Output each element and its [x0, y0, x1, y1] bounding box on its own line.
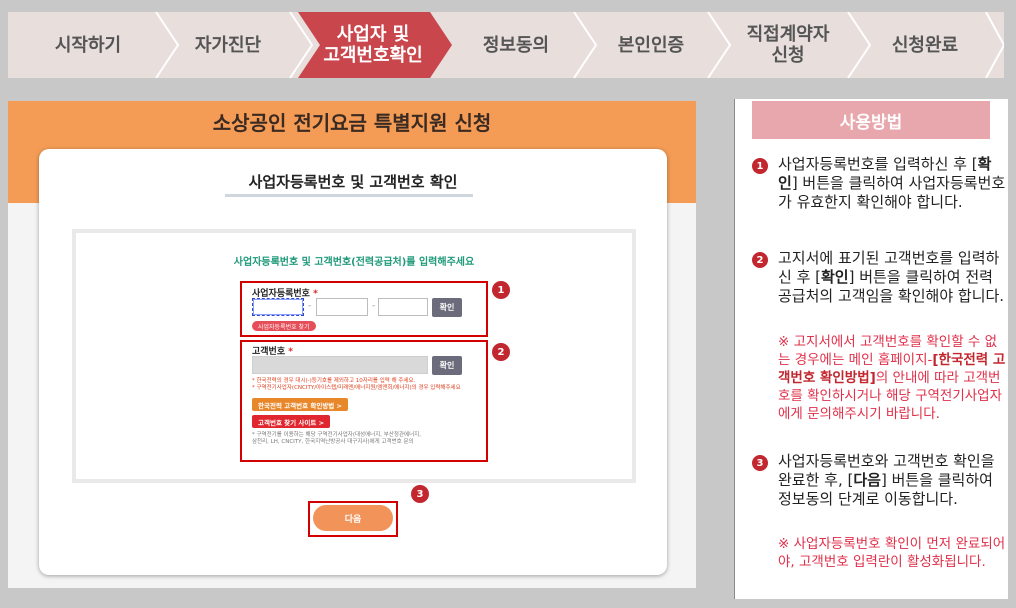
step-progress-bar: 시작하기 자가진단 사업자 및 고객번호확인 정보동의 본인인증 직접계약자 신… — [8, 12, 1004, 78]
customer-note-3: * 구역전기를 이용하는 해당 구역전기사업자(대성에너지, 부산정관에너지, — [252, 432, 421, 438]
panel-divider — [734, 99, 735, 599]
customer-note-2: * 구역전기사업자(CNCITY/아이스텝/미래엔/에너지원/엠앤회/에너지)의… — [252, 385, 461, 391]
guide-number-2: 2 — [752, 252, 768, 268]
customer-number-input[interactable] — [252, 356, 428, 374]
step-business-customer-check: 사업자 및 고객번호확인 — [323, 24, 423, 66]
find-business-number-button[interactable]: 사업자등록번호 찾기 — [252, 321, 316, 331]
business-number-field-3[interactable] — [378, 298, 428, 316]
step-info-consent: 정보동의 — [482, 34, 550, 56]
usage-guide-panel: 사용방법 1 사업자등록번호를 입력하신 후 [확인] 버튼을 클릭하여 사업자… — [734, 99, 1008, 599]
step-complete: 신청완료 — [891, 34, 959, 56]
customer-confirm-button[interactable]: 확인 — [432, 356, 462, 375]
business-number-field-1[interactable] — [252, 298, 304, 316]
next-button[interactable]: 다음 — [313, 505, 393, 531]
guide-step-1: 사업자등록번호를 입력하신 후 [확인] 버튼을 클릭하여 사업자등록번호가 유… — [778, 155, 1006, 211]
business-confirm-button[interactable]: 확인 — [432, 298, 462, 317]
guide-step-2: 고지서에 표기된 고객번호를 입력하신 후 [확인] 버튼을 클릭하여 전력공급… — [778, 249, 1005, 305]
step-start: 시작하기 — [54, 34, 122, 56]
find-customer-number-site-button[interactable]: 고객번호 찾기 사이트 > — [252, 415, 331, 428]
customer-number-section: 고객번호 * 확인 * 한국전력의 경우 대시(-)등기호를 제외하고 10자리… — [240, 340, 488, 462]
business-number-field-2[interactable] — [316, 298, 368, 316]
marker-1: 1 — [492, 281, 510, 299]
form-instruction: 사업자등록번호 및 고객번호(전력공급처)를 입력해주세요 — [233, 257, 475, 268]
guide-step-3: 사업자등록번호와 고객번호 확인을 완료한 후, [다음] 버튼을 클릭하여 정… — [778, 452, 995, 508]
step-self-diagnosis: 자가진단 — [194, 34, 262, 56]
card-title: 사업자등록번호 및 고객번호 확인 — [248, 173, 458, 191]
guide-number-1: 1 — [752, 158, 768, 174]
usage-guide-title: 사용방법 — [752, 101, 990, 139]
separator: - — [308, 301, 312, 311]
customer-note-1: * 한국전력의 경우 대시(-)등기호를 제외하고 10자리를 입력 해 주세요… — [252, 378, 416, 384]
marker-3: 3 — [411, 485, 429, 503]
marker-2: 2 — [492, 343, 510, 361]
main-panel: 소상공인 전기요금 특별지원 신청 사업자등록번호 및 고객번호 확인 사업자등… — [8, 101, 696, 588]
guide-note-3: ※ 사업자등록번호 확인이 먼저 완료되어야, 고객번호 입력란이 활성화됩니다… — [778, 536, 1006, 570]
form-inner: 사업자등록번호 및 고객번호(전력공급처)를 입력해주세요 사업자등록번호 * … — [72, 229, 636, 483]
page-title: 소상공인 전기요금 특별지원 신청 — [212, 111, 492, 135]
guide-number-3: 3 — [752, 455, 768, 471]
customer-note-4: 삼천리, LH, CNCITY, 한국지역난방공사 대구지사)에게 고객번호 문… — [252, 439, 414, 445]
guide-note-2: ※ 고지서에서 고객번호를 확인할 수 없는 경우에는 메인 홈페이지-[한국전… — [778, 334, 1006, 422]
step-identity-verification: 본인인증 — [617, 34, 685, 56]
step-direct-contract: 직접계약자 신청 — [746, 24, 830, 66]
kepco-customer-number-guide-button[interactable]: 한국전력 고객번호 확인방법 > — [252, 398, 348, 411]
business-number-section: 사업자등록번호 * - - 확인 사업자등록번호 찾기 — [240, 281, 488, 337]
title-underline — [225, 194, 473, 197]
separator: - — [372, 301, 376, 311]
